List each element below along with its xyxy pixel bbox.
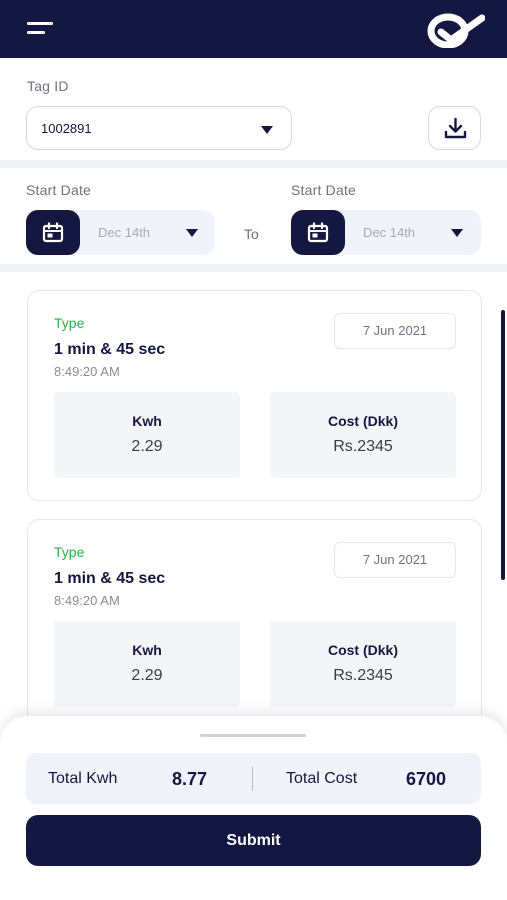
kwh-label: Kwh: [132, 642, 162, 658]
end-date-picker[interactable]: Dec 14th: [291, 210, 481, 255]
session-time: 8:49:20 AM: [54, 593, 120, 608]
totals-separator: [252, 767, 253, 791]
chevron-down-icon: [186, 229, 198, 237]
calendar-icon: [307, 222, 329, 243]
session-duration: 1 min & 45 sec: [54, 570, 166, 587]
chevron-down-icon: [261, 126, 273, 134]
tag-id-value: 1002891: [41, 121, 92, 136]
summary-bottom-sheet: Total Kwh 8.77 Total Cost 6700 Submit: [0, 716, 507, 900]
kwh-value: 2.29: [131, 438, 163, 455]
session-type: Type: [54, 544, 85, 560]
kwh-stat: Kwh 2.29: [54, 392, 240, 478]
chevron-down-icon: [451, 229, 463, 237]
tag-id-label: Tag ID: [27, 78, 69, 94]
cost-stat: Cost (Dkk) Rs.2345: [270, 392, 456, 478]
start-date-label: Start Date: [26, 182, 92, 198]
session-type: Type: [54, 315, 85, 331]
cost-label: Cost (Dkk): [327, 642, 398, 658]
top-app-bar: [0, 0, 507, 58]
scrollbar[interactable]: [501, 310, 505, 580]
kwh-stat: Kwh 2.29: [54, 621, 240, 707]
total-cost-label: Total Cost: [286, 770, 358, 787]
session-date-badge: 7 Jun 2021: [334, 542, 456, 578]
kwh-label: Kwh: [132, 413, 162, 429]
calendar-button[interactable]: [26, 210, 80, 255]
total-kwh-value: 8.77: [172, 769, 208, 789]
session-card[interactable]: Type 1 min & 45 sec 8:49:20 AM 7 Jun 202…: [27, 519, 482, 730]
section-divider: [0, 160, 507, 168]
session-date-badge: 7 Jun 2021: [334, 313, 456, 349]
totals-bar: Total Kwh 8.77 Total Cost 6700: [26, 753, 481, 804]
start-date-picker[interactable]: Dec 14th: [26, 210, 215, 255]
cost-value: Rs.2345: [333, 438, 393, 455]
end-date-value: Dec 14th: [363, 225, 416, 240]
to-label: To: [244, 226, 259, 242]
submit-button[interactable]: Submit: [26, 815, 481, 866]
section-divider: [0, 264, 507, 272]
total-kwh-label: Total Kwh: [48, 770, 118, 787]
session-time: 8:49:20 AM: [54, 364, 120, 379]
drag-handle[interactable]: [200, 734, 306, 737]
session-card[interactable]: Type 1 min & 45 sec 8:49:20 AM 7 Jun 202…: [27, 290, 482, 501]
download-button[interactable]: [428, 106, 481, 150]
cost-stat: Cost (Dkk) Rs.2345: [270, 621, 456, 707]
cost-value: Rs.2345: [333, 667, 393, 684]
calendar-icon: [42, 222, 64, 243]
start-date-value: Dec 14th: [98, 225, 151, 240]
end-date-label: Start Date: [291, 182, 357, 198]
kwh-value: 2.29: [131, 667, 163, 684]
tag-id-select[interactable]: 1002891: [26, 106, 292, 150]
download-icon: [444, 117, 467, 139]
session-duration: 1 min & 45 sec: [54, 341, 166, 358]
cost-label: Cost (Dkk): [327, 413, 398, 429]
total-cost-value: 6700: [406, 769, 447, 789]
brand-logo-icon: [427, 13, 485, 48]
hamburger-menu-icon[interactable]: [20, 18, 60, 42]
calendar-button[interactable]: [291, 210, 345, 255]
